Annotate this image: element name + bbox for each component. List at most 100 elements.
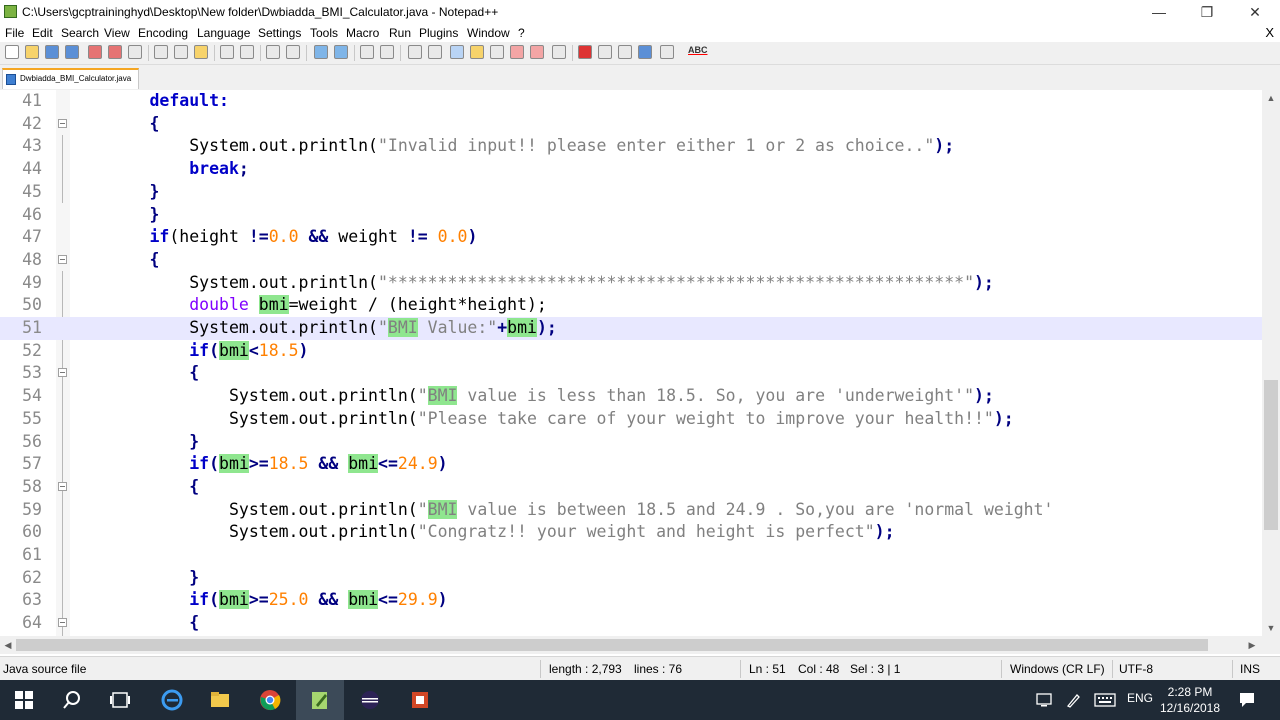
horizontal-scroll-thumb[interactable] — [16, 639, 1208, 651]
code-line[interactable]: 53 { — [0, 362, 1262, 385]
code-line[interactable]: 61 — [0, 544, 1262, 567]
fold-toggle-icon[interactable] — [58, 254, 67, 264]
taskbar-file-explorer[interactable] — [196, 680, 244, 720]
horizontal-scrollbar[interactable]: ◀ ▶ — [0, 636, 1262, 654]
undo-icon[interactable] — [220, 45, 234, 59]
maximize-button[interactable]: ❐ — [1184, 0, 1230, 24]
start-button[interactable] — [0, 680, 48, 720]
code-line[interactable]: 49 System.out.println("*****************… — [0, 272, 1262, 295]
network-icon[interactable] — [1036, 692, 1054, 708]
taskbar-eclipse[interactable] — [346, 680, 394, 720]
scroll-down-icon[interactable]: ▼ — [1262, 620, 1280, 636]
function-list-icon[interactable] — [510, 45, 524, 59]
menu-plugins[interactable]: Plugins — [419, 26, 458, 40]
show-all-chars-icon[interactable] — [428, 45, 442, 59]
taskbar-powerpoint[interactable] — [396, 680, 444, 720]
paste-icon[interactable] — [194, 45, 208, 59]
code-line[interactable]: 57 if(bmi>=18.5 && bmi<=24.9) — [0, 453, 1262, 476]
system-clock[interactable]: 2:28 PM 12/16/2018 — [1150, 684, 1230, 716]
menu-tools[interactable]: Tools — [310, 26, 338, 40]
code-line[interactable]: 44 break; — [0, 158, 1262, 181]
save-icon[interactable] — [45, 45, 59, 59]
keyboard-icon[interactable] — [1094, 692, 1116, 708]
document-map-icon[interactable] — [490, 45, 504, 59]
indent-guide-icon[interactable] — [450, 45, 464, 59]
vertical-scroll-thumb[interactable] — [1264, 380, 1278, 530]
save-all-icon[interactable] — [65, 45, 79, 59]
code-editor[interactable]: 41 default: 42 { 43 System.out.println("… — [0, 90, 1262, 636]
code-line[interactable]: 58 { — [0, 476, 1262, 499]
code-line[interactable]: 60 System.out.println("Congratz!! your w… — [0, 521, 1262, 544]
fold-toggle-icon[interactable] — [58, 618, 67, 628]
notifications-icon[interactable] — [1238, 691, 1256, 709]
taskbar-edge[interactable] — [148, 680, 196, 720]
code-line[interactable]: 55 System.out.println("Please take care … — [0, 408, 1262, 431]
code-line[interactable]: 52 if(bmi<18.5) — [0, 340, 1262, 363]
code-line[interactable]: 62 } — [0, 567, 1262, 590]
replace-icon[interactable] — [286, 45, 300, 59]
menu-macro[interactable]: Macro — [346, 26, 379, 40]
menu-settings[interactable]: Settings — [258, 26, 301, 40]
close-icon[interactable] — [88, 45, 102, 59]
close-all-icon[interactable] — [108, 45, 122, 59]
code-line-current[interactable]: 51 System.out.println("BMI Value:"+bmi); — [0, 317, 1262, 340]
menu-language[interactable]: Language — [197, 26, 250, 40]
play-macro-icon[interactable] — [618, 45, 632, 59]
taskbar-chrome[interactable] — [246, 680, 294, 720]
folder-workspace-icon[interactable] — [530, 45, 544, 59]
monitoring-icon[interactable] — [552, 45, 566, 59]
code-line[interactable]: 43 System.out.println("Invalid input!! p… — [0, 135, 1262, 158]
close-document-button[interactable]: X — [1265, 25, 1274, 40]
minimize-button[interactable]: — — [1136, 0, 1182, 24]
fold-toggle-icon[interactable] — [58, 118, 67, 128]
menu-encoding[interactable]: Encoding — [138, 26, 188, 40]
stop-macro-icon[interactable] — [598, 45, 612, 59]
udl-icon[interactable] — [470, 45, 484, 59]
menu-view[interactable]: View — [104, 26, 130, 40]
zoom-out-icon[interactable] — [334, 45, 348, 59]
pen-icon[interactable] — [1066, 692, 1082, 708]
run-macro-multiple-icon[interactable] — [638, 45, 652, 59]
menu-search[interactable]: Search — [61, 26, 99, 40]
scroll-left-icon[interactable]: ◀ — [0, 636, 16, 654]
code-line[interactable]: 50 double bmi=weight / (height*height); — [0, 294, 1262, 317]
zoom-in-icon[interactable] — [314, 45, 328, 59]
tab-bmi-calculator[interactable]: Dwbiadda_BMI_Calculator.java — [2, 68, 139, 89]
close-button[interactable]: ✕ — [1232, 0, 1278, 24]
sync-vertical-icon[interactable] — [360, 45, 374, 59]
menu-run[interactable]: Run — [389, 26, 411, 40]
taskbar-search-button[interactable] — [48, 680, 96, 720]
menu-help[interactable]: ? — [518, 26, 525, 40]
fold-toggle-icon[interactable] — [58, 368, 67, 378]
code-line[interactable]: 45 } — [0, 181, 1262, 204]
code-line[interactable]: 48 { — [0, 249, 1262, 272]
code-line[interactable]: 59 System.out.println("BMI value is betw… — [0, 499, 1262, 522]
code-line[interactable]: 42 { — [0, 113, 1262, 136]
spellcheck-icon[interactable]: ABC — [688, 45, 708, 55]
copy-icon[interactable] — [174, 45, 188, 59]
cut-icon[interactable] — [154, 45, 168, 59]
menu-edit[interactable]: Edit — [32, 26, 53, 40]
fold-toggle-icon[interactable] — [58, 481, 67, 491]
code-line[interactable]: 46 } — [0, 204, 1262, 227]
task-view-button[interactable] — [96, 680, 144, 720]
code-line[interactable]: 64 { — [0, 612, 1262, 635]
code-line[interactable]: 41 default: — [0, 90, 1262, 113]
save-macro-icon[interactable] — [660, 45, 674, 59]
redo-icon[interactable] — [240, 45, 254, 59]
menu-window[interactable]: Window — [467, 26, 510, 40]
code-line[interactable]: 54 System.out.println("BMI value is less… — [0, 385, 1262, 408]
code-line[interactable]: 56 } — [0, 431, 1262, 454]
open-file-icon[interactable] — [25, 45, 39, 59]
record-macro-icon[interactable] — [578, 45, 592, 59]
code-line[interactable]: 47 if(height !=0.0 && weight != 0.0) — [0, 226, 1262, 249]
word-wrap-icon[interactable] — [408, 45, 422, 59]
new-file-icon[interactable] — [5, 45, 19, 59]
taskbar-notepadpp[interactable] — [296, 680, 344, 720]
menu-file[interactable]: File — [5, 26, 24, 40]
print-icon[interactable] — [128, 45, 142, 59]
scroll-up-icon[interactable]: ▲ — [1262, 90, 1280, 106]
scroll-right-icon[interactable]: ▶ — [1244, 636, 1260, 654]
sync-horizontal-icon[interactable] — [380, 45, 394, 59]
find-icon[interactable] — [266, 45, 280, 59]
